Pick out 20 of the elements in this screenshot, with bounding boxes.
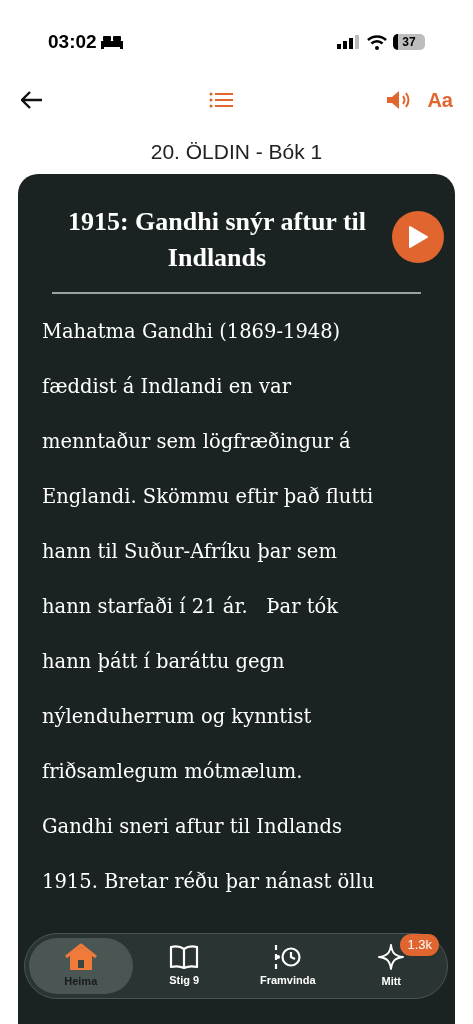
tab-item[interactable]: Stig 9 xyxy=(132,938,236,994)
history-clock-icon xyxy=(272,943,303,970)
list-icon xyxy=(209,92,233,108)
signal-icon xyxy=(337,35,361,49)
battery-indicator: 37 xyxy=(393,34,425,50)
status-time: 03:02 xyxy=(48,29,97,54)
wifi-icon xyxy=(367,34,387,50)
back-arrow-icon xyxy=(21,91,43,109)
book-subtitle: 20. ÖLDIN - Bók 1 xyxy=(150,139,323,165)
notification-badge: 1.3k xyxy=(400,934,439,956)
sparkle-icon xyxy=(377,942,406,971)
play-icon xyxy=(407,225,429,249)
article-text: Mahatma Gandhi (1869-1948) fæddist á Indlandi en var menntaður sem lögfræðingur á Englandi. Skömmu eftir það flutti hann til Suður-Afríku þar sem hann starfaði í 21 ár. Þar tók hann þátt í baráttu gegn nýlenduherrum og kynntist friðsamlegum mótmælum. Gandhi sneri aftur til Indlands 1915. Bretar réðu þar nánast öllu xyxy=(42,319,376,895)
contents-list-button[interactable] xyxy=(208,90,234,110)
tab-item[interactable]: Framvinda xyxy=(236,938,340,994)
bed-icon xyxy=(100,35,123,49)
home-icon xyxy=(63,942,98,971)
play-button[interactable] xyxy=(392,211,444,263)
article-title: 1915: Gandhi snýr aftur til Indlands xyxy=(66,206,368,274)
book-icon xyxy=(169,943,200,970)
